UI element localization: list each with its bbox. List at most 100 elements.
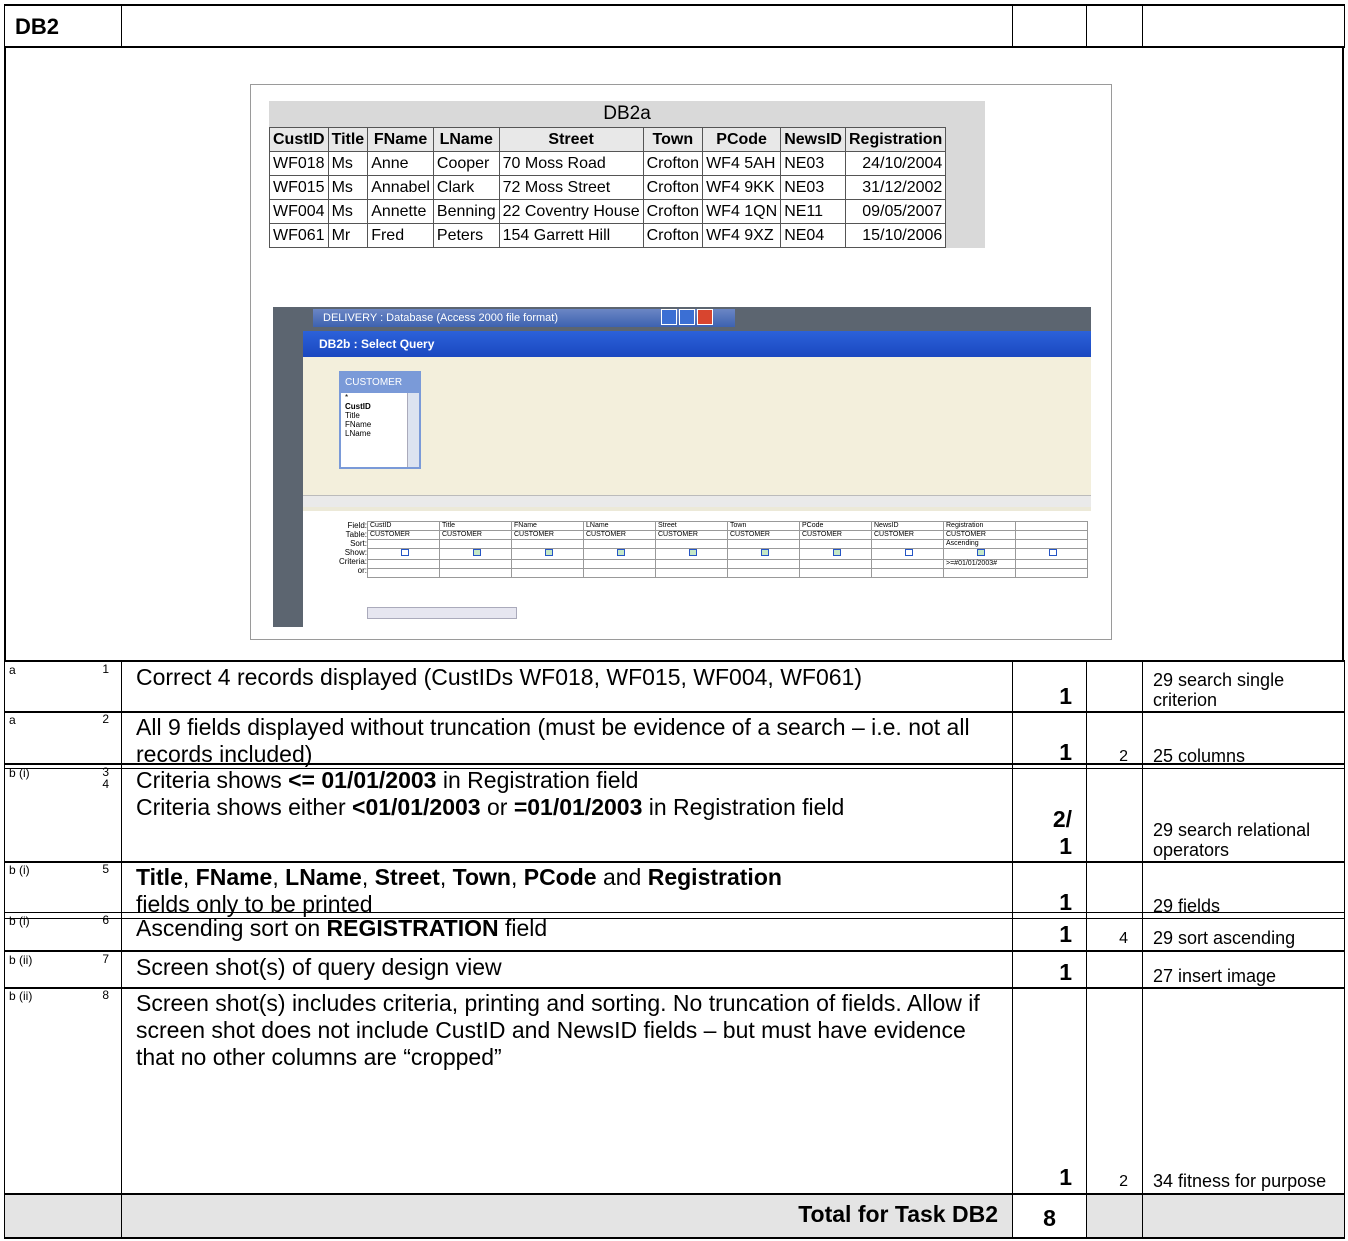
grid-cell[interactable] bbox=[727, 559, 800, 569]
grid-cell[interactable] bbox=[439, 548, 512, 560]
bold-text: REGISTRATION bbox=[326, 915, 499, 941]
show-checkbox[interactable] bbox=[760, 549, 769, 556]
mark-number: 8 bbox=[102, 988, 109, 1002]
grid-cell[interactable] bbox=[871, 548, 944, 560]
grid-cell[interactable] bbox=[727, 568, 800, 578]
grid-cell[interactable]: >=#01/01/2003# bbox=[943, 559, 1016, 569]
bold-text: Title bbox=[136, 864, 183, 890]
grid-cell[interactable] bbox=[1015, 539, 1088, 549]
grid-cell[interactable]: CUSTOMER bbox=[655, 530, 728, 540]
grid-cell[interactable] bbox=[655, 559, 728, 569]
close-icon bbox=[697, 309, 713, 325]
grid-cell[interactable] bbox=[799, 568, 872, 578]
grid-cell[interactable] bbox=[727, 548, 800, 560]
mark-number: 1 bbox=[102, 662, 109, 676]
grid-cell[interactable] bbox=[439, 559, 512, 569]
grid-cell[interactable] bbox=[799, 548, 872, 560]
grid-cell[interactable]: FName bbox=[511, 521, 584, 531]
grid-cell[interactable] bbox=[871, 568, 944, 578]
criterion-description: Ascending sort on REGISTRATION field bbox=[121, 912, 1013, 951]
criterion-description: All 9 fields displayed without truncatio… bbox=[121, 711, 1013, 769]
grid-cell[interactable] bbox=[511, 568, 584, 578]
grid-cell[interactable] bbox=[1015, 530, 1088, 540]
show-checkbox[interactable] bbox=[400, 549, 409, 556]
grid-cell[interactable] bbox=[943, 568, 1016, 578]
report-cell: Fred bbox=[367, 223, 434, 248]
report-cell: WF018 bbox=[269, 151, 329, 176]
grid-cell[interactable] bbox=[727, 539, 800, 549]
report-cell: 72 Moss Street bbox=[498, 175, 644, 200]
grid-cell[interactable] bbox=[439, 539, 512, 549]
grid-cell[interactable] bbox=[367, 548, 440, 560]
grid-cell[interactable] bbox=[511, 548, 584, 560]
grid-cell[interactable]: LName bbox=[583, 521, 656, 531]
question-ref: b (i) 6 bbox=[4, 912, 122, 951]
grid-cell[interactable] bbox=[367, 539, 440, 549]
grid-cell[interactable] bbox=[655, 539, 728, 549]
grid-cell[interactable]: NewsID bbox=[871, 521, 944, 531]
grid-cell[interactable] bbox=[799, 539, 872, 549]
grid-cell[interactable] bbox=[583, 559, 656, 569]
grid-cell[interactable]: Ascending bbox=[943, 539, 1016, 549]
grid-cell[interactable]: Title bbox=[439, 521, 512, 531]
grid-cell[interactable]: CUSTOMER bbox=[727, 530, 800, 540]
grid-cell[interactable] bbox=[583, 539, 656, 549]
grid-cell[interactable]: Town bbox=[727, 521, 800, 531]
grid-cell[interactable] bbox=[1015, 521, 1088, 531]
criterion-description: Correct 4 records displayed (CustIDs WF0… bbox=[121, 660, 1013, 713]
report-cell: 31/12/2002 bbox=[844, 175, 947, 200]
show-checkbox[interactable] bbox=[832, 549, 841, 556]
grid-cell[interactable] bbox=[511, 559, 584, 569]
grid-cell[interactable] bbox=[943, 548, 1016, 560]
grid-cell[interactable] bbox=[439, 568, 512, 578]
show-checkbox[interactable] bbox=[472, 549, 481, 556]
grid-cell[interactable]: CUSTOMER bbox=[367, 530, 440, 540]
grid-cell[interactable] bbox=[655, 568, 728, 578]
show-checkbox[interactable] bbox=[616, 549, 625, 556]
grid-cell[interactable] bbox=[583, 548, 656, 560]
grid-cell[interactable]: CUSTOMER bbox=[943, 530, 1016, 540]
grid-cell[interactable]: Registration bbox=[943, 521, 1016, 531]
total-row: Total for Task DB2 8 bbox=[4, 1193, 1345, 1239]
grid-cell[interactable] bbox=[1015, 568, 1088, 578]
skill-cell: 25 columns bbox=[1142, 711, 1345, 769]
criteria-row: b (i) 3 4 Criteria shows <= 01/01/2003 in … bbox=[4, 763, 1345, 863]
show-checkbox[interactable] bbox=[688, 549, 697, 556]
grid-cell[interactable] bbox=[511, 539, 584, 549]
grid-row-label: Sort: bbox=[350, 539, 367, 548]
grid-cell[interactable] bbox=[799, 559, 872, 569]
report-column-header: Street bbox=[498, 127, 644, 152]
grid-cell[interactable] bbox=[1015, 548, 1088, 560]
check-value: 2 bbox=[1119, 1173, 1128, 1190]
grid-cell[interactable] bbox=[367, 568, 440, 578]
report-cell: 70 Moss Road bbox=[498, 151, 644, 176]
grid-cell[interactable]: CUSTOMER bbox=[871, 530, 944, 540]
grid-cell[interactable] bbox=[583, 568, 656, 578]
grid-cell[interactable] bbox=[1015, 559, 1088, 569]
grid-cell[interactable]: CustID bbox=[367, 521, 440, 531]
grid-cell[interactable]: CUSTOMER bbox=[439, 530, 512, 540]
show-checkbox[interactable] bbox=[1048, 549, 1057, 556]
show-checkbox[interactable] bbox=[976, 549, 985, 556]
show-checkbox[interactable] bbox=[544, 549, 553, 556]
report-cell: 24/10/2004 bbox=[844, 151, 947, 176]
grid-cell[interactable] bbox=[871, 539, 944, 549]
grid-cell[interactable] bbox=[871, 559, 944, 569]
grid-cell[interactable]: CUSTOMER bbox=[511, 530, 584, 540]
skill-cell: 27 insert image bbox=[1142, 950, 1345, 989]
grid-cell[interactable] bbox=[367, 559, 440, 569]
total-label: Total for Task DB2 bbox=[121, 1193, 1013, 1239]
check-cell bbox=[1086, 861, 1143, 919]
grid-cell[interactable]: CUSTOMER bbox=[583, 530, 656, 540]
grid-scrollbar bbox=[367, 607, 517, 619]
report-cell: WF061 bbox=[269, 223, 329, 248]
check-cell: 2 bbox=[1086, 711, 1143, 769]
report-cell: Peters bbox=[432, 223, 500, 248]
grid-cell[interactable] bbox=[655, 548, 728, 560]
show-checkbox[interactable] bbox=[904, 549, 913, 556]
report-cell: Crofton bbox=[642, 199, 704, 224]
report-cell: Cooper bbox=[432, 151, 500, 176]
grid-cell[interactable]: Street bbox=[655, 521, 728, 531]
grid-cell[interactable]: PCode bbox=[799, 521, 872, 531]
grid-cell[interactable]: CUSTOMER bbox=[799, 530, 872, 540]
